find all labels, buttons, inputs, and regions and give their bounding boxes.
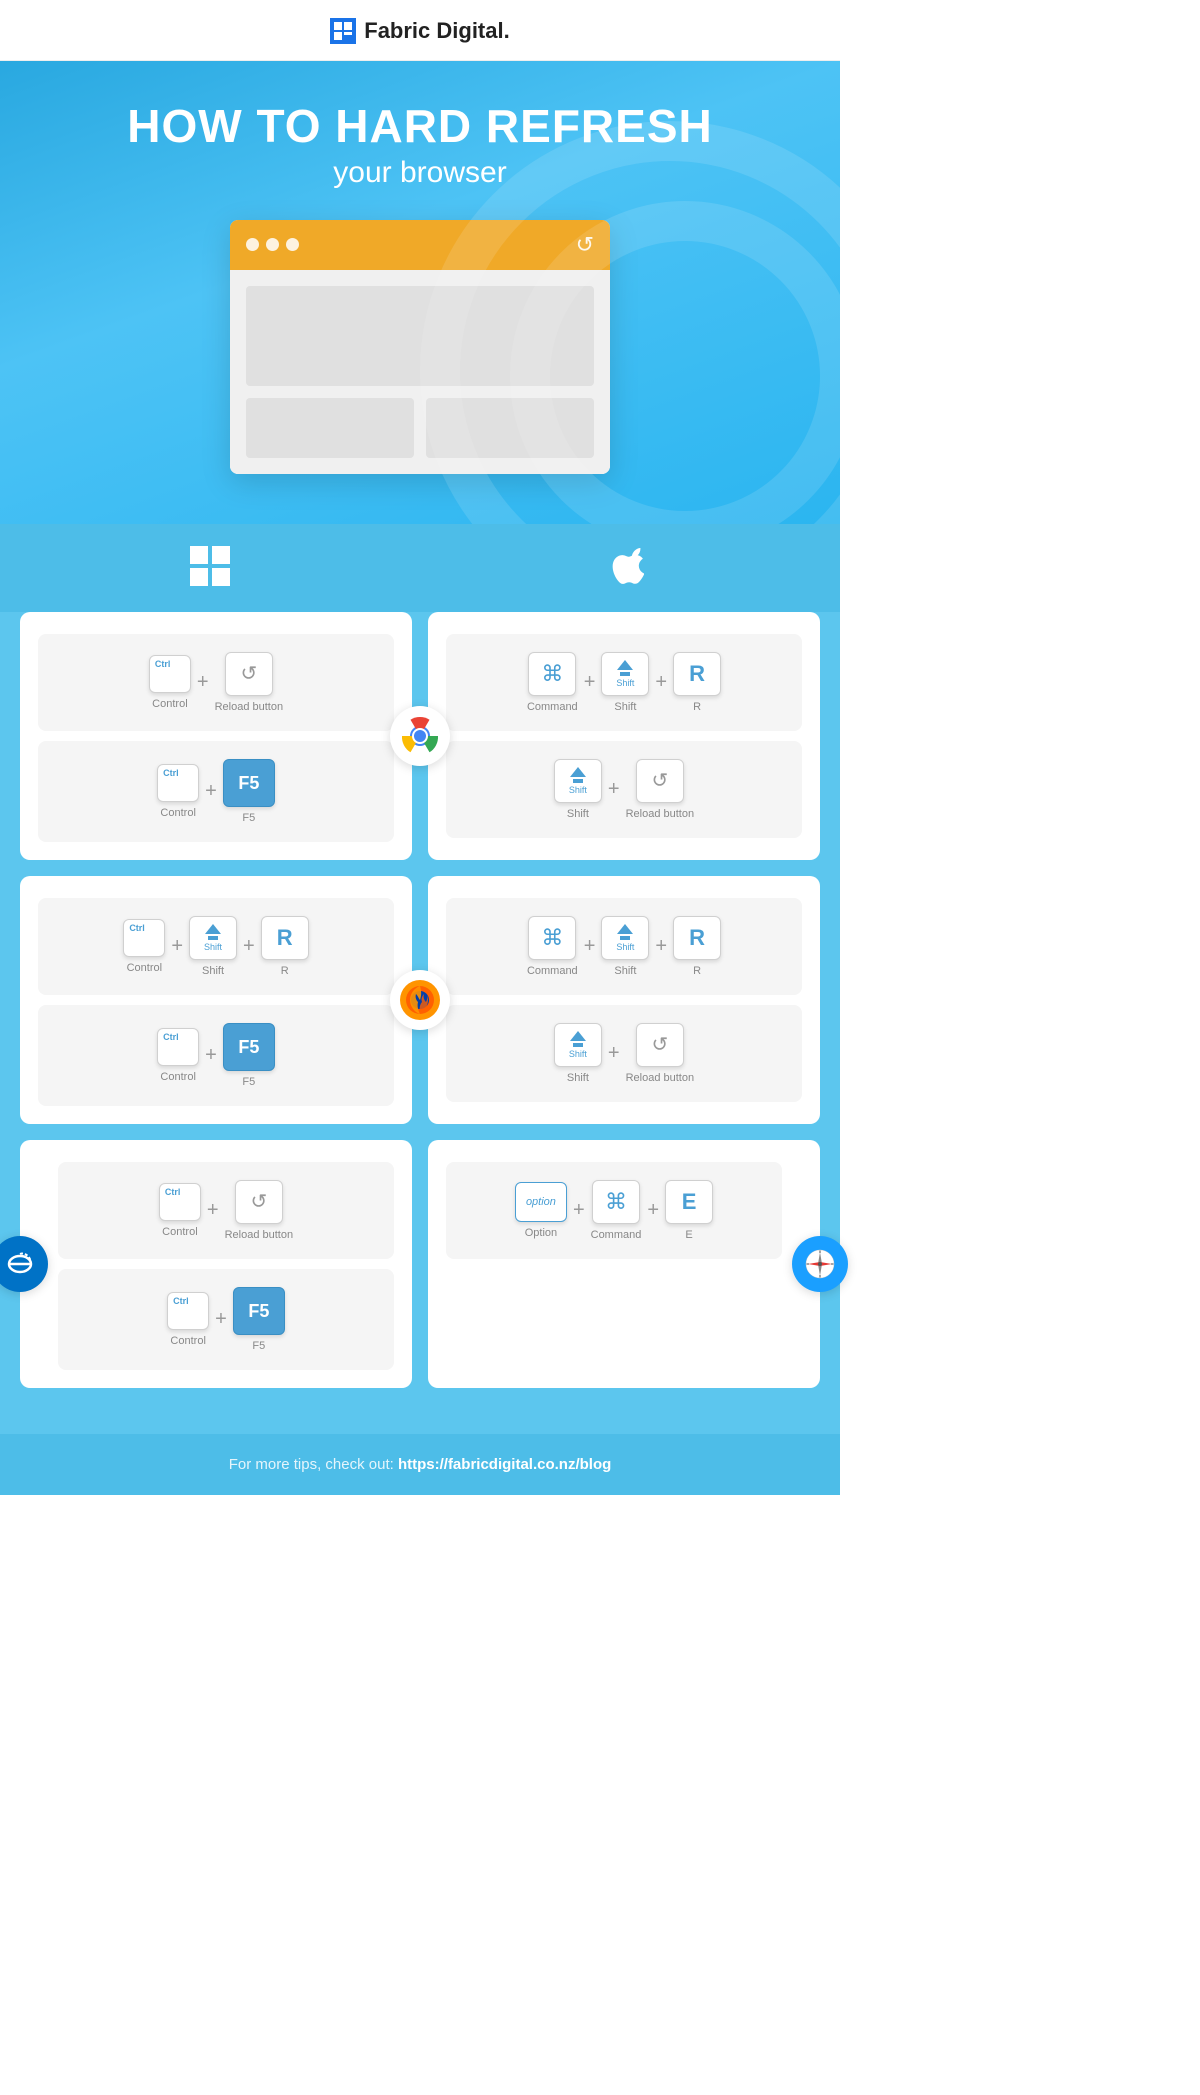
hero-section: HOW TO HARD REFRESH your browser ↺ — [0, 61, 840, 524]
windows-col — [0, 544, 420, 612]
reload-caption-2: Reload button — [626, 808, 695, 820]
reload-caption: Reload button — [215, 701, 284, 713]
plus-4: + — [655, 671, 667, 694]
footer: For more tips, check out: https://fabric… — [0, 1434, 840, 1495]
shift-caption-1: Shift — [614, 701, 636, 713]
ctrl-label-2: Ctrl — [163, 768, 179, 778]
chrome-windows-panel: Ctrl Control + ↺ Reload button — [20, 612, 412, 860]
chrome-win-row1: Ctrl Control + ↺ Reload button — [38, 634, 394, 731]
logo: Fabric Digital. — [330, 18, 509, 44]
grid-section: Ctrl Control + ↺ Reload button — [0, 612, 840, 1434]
firefox-row: Ctrl Control + Shift — [20, 876, 820, 1124]
browser-dots — [246, 238, 299, 251]
footer-text: For more tips, check out: — [229, 1456, 398, 1473]
plus-1: + — [197, 671, 209, 694]
ctrl-label: Ctrl — [155, 659, 171, 669]
ctrl-caption-2: Control — [160, 807, 195, 819]
firefox-windows-panel: Ctrl Control + Shift — [20, 876, 412, 1124]
firefox-win-row2: Ctrl Control + F5 F5 — [38, 1005, 394, 1106]
f5-key-text: F5 — [238, 774, 259, 792]
logo-icon — [330, 18, 356, 44]
chrome-win-row2: Ctrl Control + F5 F5 — [38, 741, 394, 842]
shift-label-1: Shift — [616, 678, 634, 688]
shift-caption-2: Shift — [567, 808, 589, 820]
safari-mac-panel: option Option + ⌘ Command + E — [428, 1140, 820, 1388]
cmd-caption-1: Command — [527, 701, 578, 713]
chrome-logo-center — [390, 706, 450, 766]
plus-2: + — [205, 780, 217, 803]
plus-3: + — [584, 671, 596, 694]
ie-win-row2: Ctrl Control + F5 F5 — [58, 1269, 394, 1370]
f5-caption: F5 — [242, 812, 255, 824]
chrome-mac-row1: ⌘ Command + Shift Shift — [446, 634, 802, 731]
reload-icon-key-2: ↺ — [651, 768, 668, 793]
chrome-mac-panel: ⌘ Command + Shift Shift — [428, 612, 820, 860]
safari-mac-row1: option Option + ⌘ Command + E — [446, 1162, 782, 1259]
r-key-1: R — [689, 663, 705, 685]
reload-icon-key: ↺ — [240, 661, 257, 686]
ie-windows-panel: Ctrl Control + ↺ Reload button — [20, 1140, 412, 1388]
ctrl-caption: Control — [152, 698, 187, 710]
ctrl-caption-ff: Control — [127, 962, 162, 974]
ie-logo-circle — [0, 1236, 48, 1292]
chrome-mac-row2: Shift Shift + ↺ Reload button — [446, 741, 802, 838]
cmd-icon-1: ⌘ — [541, 661, 563, 687]
browser-dot-3 — [286, 238, 299, 251]
shift-label-2: Shift — [569, 785, 587, 795]
apple-icon — [420, 544, 840, 596]
option-key-text: option — [526, 1196, 556, 1208]
apple-col — [420, 544, 840, 612]
firefox-mac-row2: Shift Shift + ↺ Reload button — [446, 1005, 802, 1102]
browser-dot-1 — [246, 238, 259, 251]
firefox-mac-panel: ⌘ Command + Shift Shift — [428, 876, 820, 1124]
r-caption-1: R — [693, 701, 701, 713]
chrome-row: Ctrl Control + ↺ Reload button — [20, 612, 820, 860]
safari-logo-circle — [792, 1236, 848, 1292]
browser-dot-2 — [266, 238, 279, 251]
header: Fabric Digital. — [0, 0, 840, 61]
os-icons-row — [0, 524, 840, 612]
logo-text: Fabric Digital. — [364, 18, 509, 44]
footer-link[interactable]: https://fabricdigital.co.nz/blog — [398, 1456, 611, 1473]
ie-safari-row: Ctrl Control + ↺ Reload button — [20, 1140, 820, 1388]
ie-win-row1: Ctrl Control + ↺ Reload button — [58, 1162, 394, 1259]
browser-bottom-block-1 — [246, 398, 414, 458]
firefox-logo-center — [390, 970, 450, 1030]
windows-icon — [0, 544, 420, 595]
plus-5: + — [608, 778, 620, 801]
firefox-mac-row1: ⌘ Command + Shift Shift — [446, 898, 802, 995]
firefox-win-row1: Ctrl Control + Shift — [38, 898, 394, 995]
